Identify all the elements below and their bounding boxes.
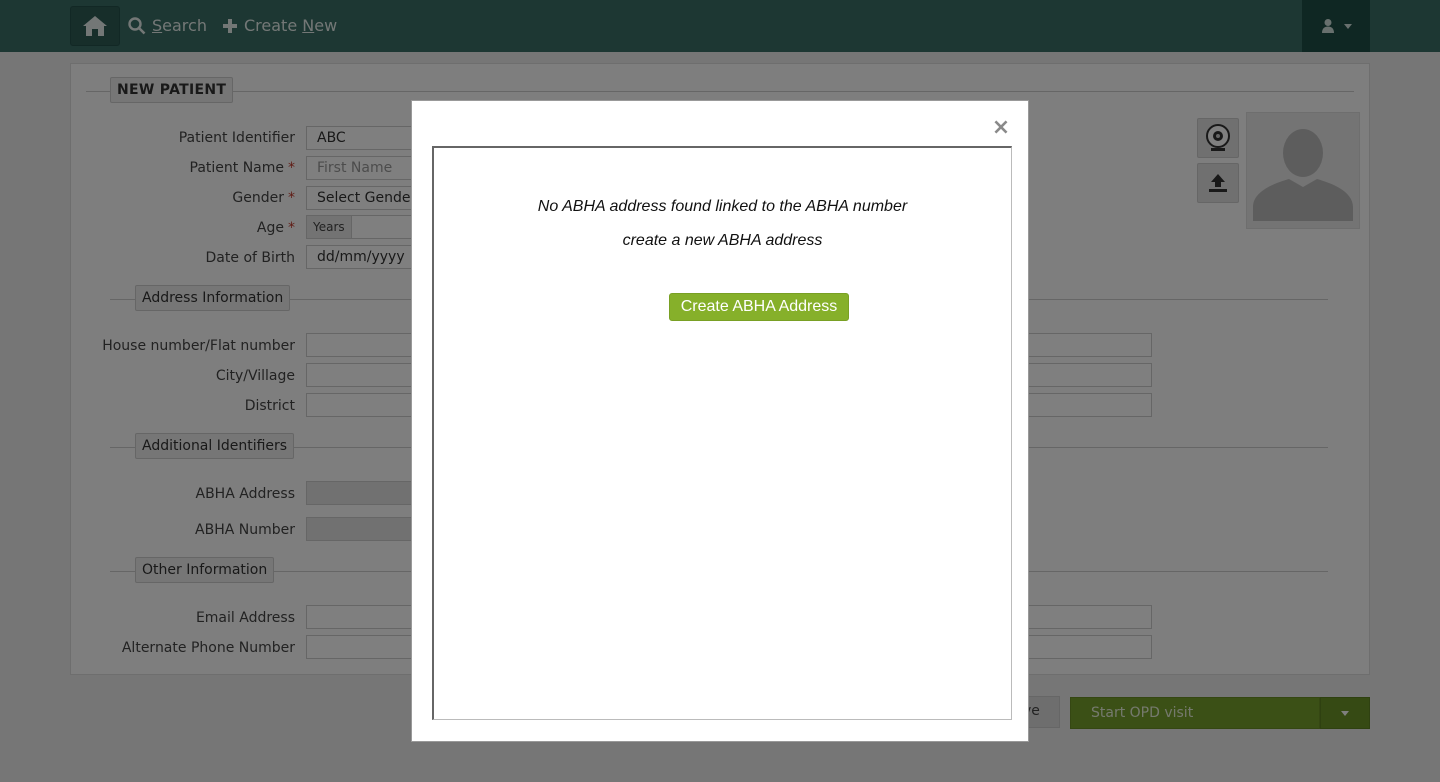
close-icon[interactable]: × (989, 115, 1013, 141)
abha-iframe: No ABHA address found linked to the ABHA… (432, 146, 1012, 720)
create-abha-prompt: create a new ABHA address (622, 232, 823, 249)
no-abha-message: No ABHA address found linked to the ABHA… (537, 198, 908, 215)
create-abha-address-button[interactable]: Create ABHA Address (669, 293, 849, 321)
abha-dialog: × No ABHA address found linked to the AB… (411, 100, 1029, 742)
